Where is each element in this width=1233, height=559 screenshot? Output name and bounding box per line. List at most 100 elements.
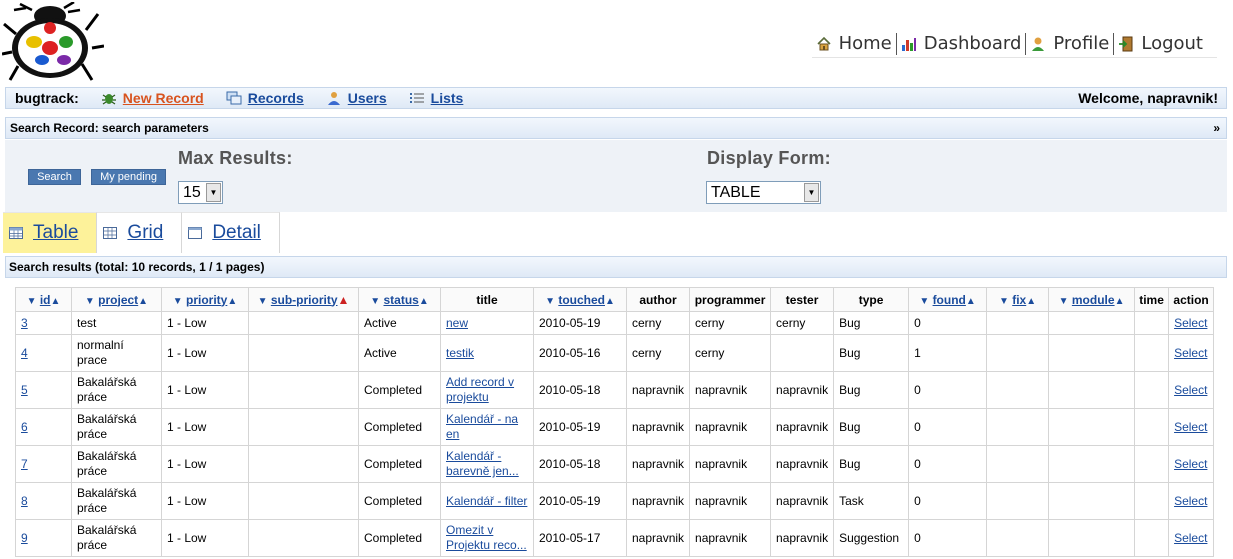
column-module[interactable]: ▼ module▲ bbox=[1048, 287, 1136, 312]
cell-type: Bug bbox=[833, 311, 910, 335]
column-status[interactable]: ▼ status▲ bbox=[358, 287, 441, 312]
cell-module bbox=[1048, 408, 1136, 446]
cell-found: 1 bbox=[908, 334, 988, 372]
column-tester: tester bbox=[770, 287, 835, 312]
menu-records[interactable]: Records bbox=[226, 90, 304, 106]
select-record-link[interactable]: Select bbox=[1174, 346, 1207, 360]
nav-logout[interactable]: Logout bbox=[1114, 33, 1207, 54]
max-results-select[interactable]: 15 ▼ bbox=[178, 181, 223, 204]
dropdown-arrow-icon: ▼ bbox=[804, 183, 819, 202]
record-id-link[interactable]: 4 bbox=[21, 346, 28, 360]
cell-tester: napravnik bbox=[770, 445, 835, 483]
cell-touched: 2010-05-18 bbox=[533, 371, 627, 409]
select-record-link[interactable]: Select bbox=[1174, 457, 1207, 471]
record-title-link[interactable]: Add record v projektu bbox=[446, 375, 514, 404]
cell-programmer: napravnik bbox=[689, 445, 772, 483]
cell-programmer: cerny bbox=[689, 311, 772, 335]
cell-found: 0 bbox=[908, 482, 988, 520]
record-id-link[interactable]: 5 bbox=[21, 383, 28, 397]
record-title-link[interactable]: Omezit v Projektu reco... bbox=[446, 523, 527, 552]
cell-touched: 2010-05-16 bbox=[533, 334, 627, 372]
select-record-link[interactable]: Select bbox=[1174, 316, 1207, 330]
cell-tester bbox=[770, 334, 835, 372]
tab-grid-label: Grid bbox=[127, 222, 164, 243]
cell-fix bbox=[986, 445, 1050, 483]
cell-status: Active bbox=[358, 334, 441, 372]
cell-programmer: napravnik bbox=[689, 408, 772, 446]
search-panel-title: Search Record: search parameters bbox=[10, 121, 209, 135]
cell-tester: napravnik bbox=[770, 408, 835, 446]
results-header: Search results (total: 10 records, 1 / 1… bbox=[5, 256, 1227, 278]
nav-home-label: Home bbox=[838, 33, 892, 54]
cell-priority: 1 - Low bbox=[161, 371, 249, 409]
search-panel-header[interactable]: Search Record: search parameters » bbox=[5, 117, 1227, 139]
select-record-link[interactable]: Select bbox=[1174, 494, 1207, 508]
column-touched[interactable]: ▼ touched▲ bbox=[533, 287, 627, 312]
cell-sub-priority bbox=[248, 482, 359, 520]
column-author: author bbox=[625, 287, 691, 312]
cell-tester: napravnik bbox=[770, 519, 835, 557]
column-sub-priority[interactable]: ▼ sub-priority▲ bbox=[248, 287, 359, 312]
nav-home[interactable]: Home bbox=[812, 33, 896, 54]
cell-author: cerny bbox=[625, 334, 691, 372]
cell-project: Bakalářská práce bbox=[71, 445, 162, 483]
tab-grid[interactable]: Grid bbox=[97, 212, 183, 253]
column-project[interactable]: ▼ project▲ bbox=[71, 287, 162, 312]
record-id-link[interactable]: 3 bbox=[21, 316, 28, 330]
select-record-link[interactable]: Select bbox=[1174, 383, 1207, 397]
tab-table-label: Table bbox=[33, 222, 79, 243]
cell-type: Suggestion bbox=[833, 519, 910, 557]
cell-sub-priority bbox=[248, 334, 359, 372]
record-id-link[interactable]: 6 bbox=[21, 420, 28, 434]
nav-logout-label: Logout bbox=[1141, 33, 1203, 54]
select-record-link[interactable]: Select bbox=[1174, 420, 1207, 434]
cell-touched: 2010-05-17 bbox=[533, 519, 627, 557]
record-title-link[interactable]: new bbox=[446, 316, 468, 330]
column-found[interactable]: ▼ found▲ bbox=[908, 287, 988, 312]
table-row: 9 Bakalářská práce 1 - Low Completed Ome… bbox=[15, 519, 1215, 557]
record-id-link[interactable]: 9 bbox=[21, 531, 28, 545]
cell-priority: 1 - Low bbox=[161, 334, 249, 372]
column-priority[interactable]: ▼ priority▲ bbox=[161, 287, 249, 312]
cell-sub-priority bbox=[248, 408, 359, 446]
nav-dashboard[interactable]: Dashboard bbox=[897, 33, 1026, 54]
search-button[interactable]: Search bbox=[28, 169, 81, 185]
tab-table[interactable]: Table bbox=[3, 212, 98, 253]
cell-status: Completed bbox=[358, 371, 441, 409]
cell-found: 0 bbox=[908, 311, 988, 335]
record-title-link[interactable]: Kalendář - na en bbox=[446, 412, 518, 441]
cell-found: 0 bbox=[908, 445, 988, 483]
cell-tester: napravnik bbox=[770, 371, 835, 409]
nav-profile-label: Profile bbox=[1053, 33, 1110, 54]
record-title-link[interactable]: testik bbox=[446, 346, 474, 360]
collapse-toggle-icon[interactable]: » bbox=[1213, 121, 1220, 135]
record-title-link[interactable]: Kalendář - barevně jen... bbox=[446, 449, 519, 478]
display-form-select[interactable]: TABLE ▼ bbox=[706, 181, 821, 204]
cell-priority: 1 - Low bbox=[161, 311, 249, 335]
menu-records-label: Records bbox=[247, 90, 304, 106]
cell-status: Active bbox=[358, 311, 441, 335]
record-title-link[interactable]: Kalendář - filter bbox=[446, 494, 527, 508]
cell-fix bbox=[986, 408, 1050, 446]
column-id[interactable]: ▼ id▲ bbox=[15, 287, 72, 312]
cell-sub-priority bbox=[248, 445, 359, 483]
cell-project: normalní prace bbox=[71, 334, 162, 372]
menu-users[interactable]: Users bbox=[326, 90, 387, 106]
max-results-value: 15 bbox=[183, 183, 201, 201]
menu-new-record[interactable]: New Record bbox=[101, 90, 204, 106]
tab-detail[interactable]: Detail bbox=[182, 212, 280, 253]
my-pending-button[interactable]: My pending bbox=[91, 169, 166, 185]
column-fix[interactable]: ▼ fix▲ bbox=[986, 287, 1050, 312]
cell-author: napravnik bbox=[625, 482, 691, 520]
nav-profile[interactable]: Profile bbox=[1026, 33, 1113, 54]
menu-bar: bugtrack: New Record Records Users Lists… bbox=[5, 87, 1227, 109]
cell-time bbox=[1134, 445, 1170, 483]
cell-programmer: napravnik bbox=[689, 482, 772, 520]
record-id-link[interactable]: 8 bbox=[21, 494, 28, 508]
column-time: time bbox=[1134, 287, 1170, 312]
select-record-link[interactable]: Select bbox=[1174, 531, 1207, 545]
cell-priority: 1 - Low bbox=[161, 445, 249, 483]
menu-lists[interactable]: Lists bbox=[409, 90, 463, 106]
record-id-link[interactable]: 7 bbox=[21, 457, 28, 471]
cell-found: 0 bbox=[908, 408, 988, 446]
